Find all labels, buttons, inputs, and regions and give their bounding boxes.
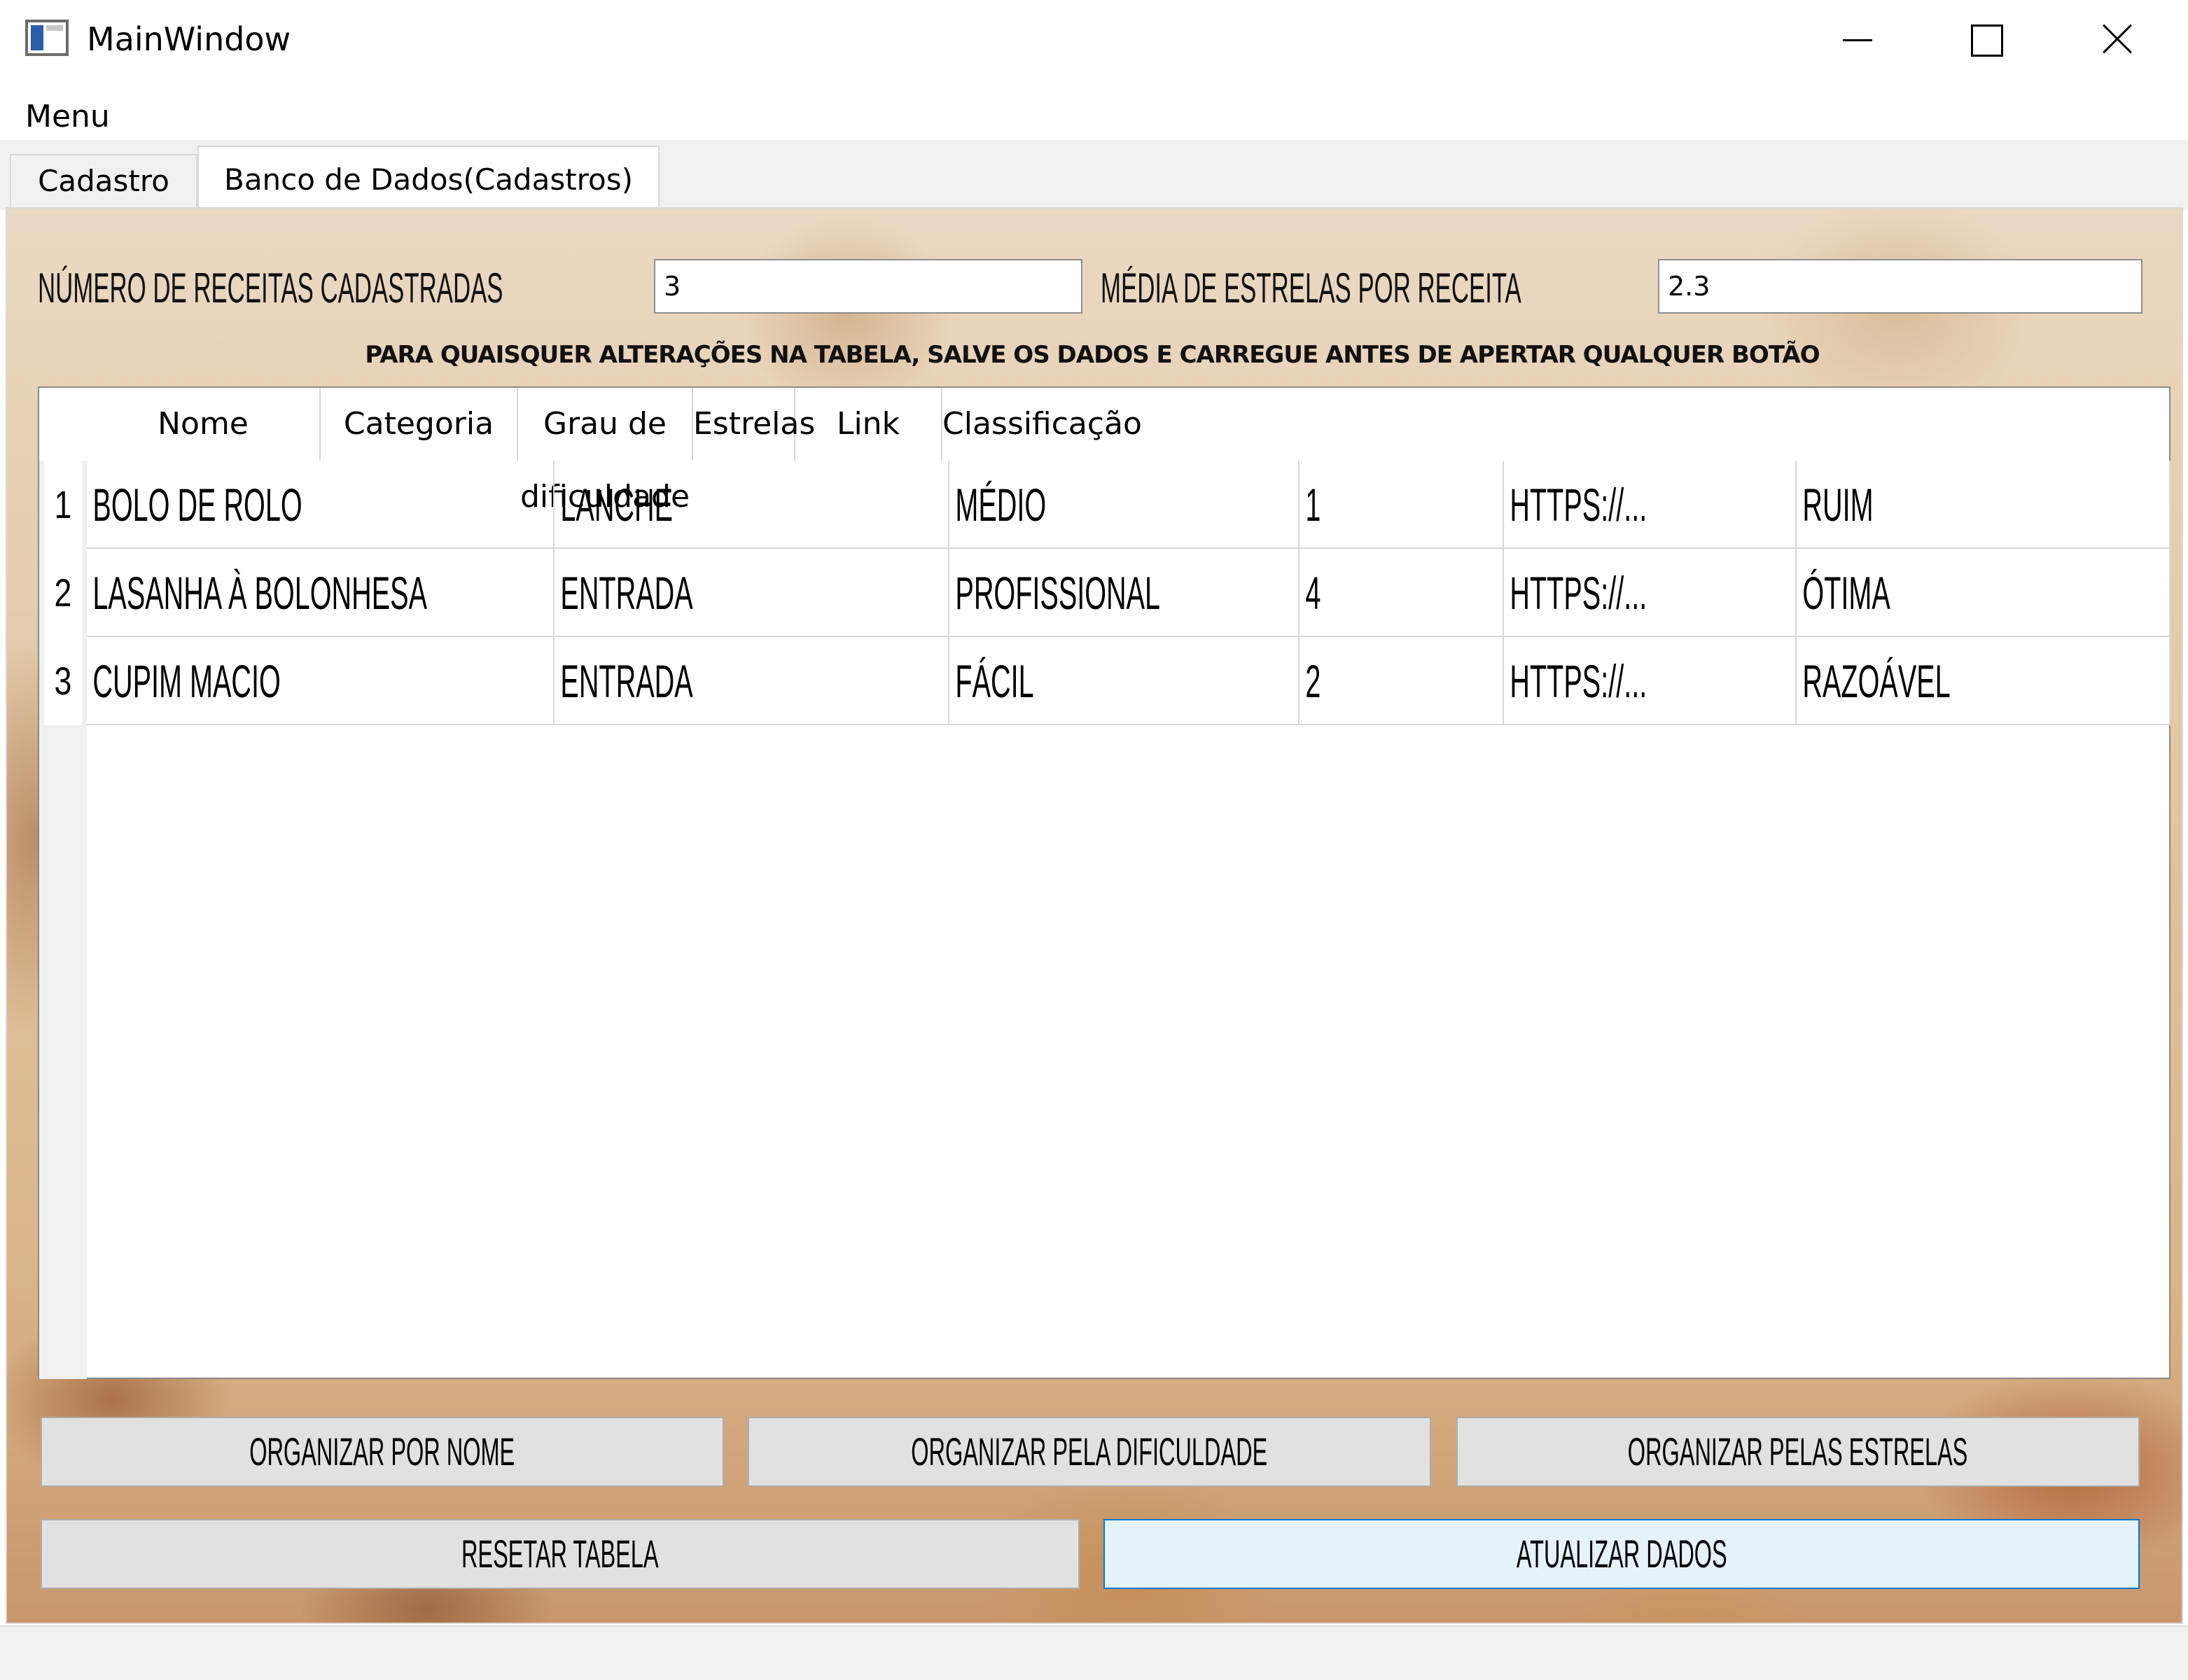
status-bar	[0, 1625, 2188, 1680]
table-cell-estrelas[interactable]: 2	[1299, 637, 1504, 725]
warning-text: PARA QUAISQUER ALTERAÇÕES NA TABELA, SAL…	[365, 341, 1820, 369]
row-number[interactable]: 2	[43, 549, 83, 637]
reset-table-button[interactable]: RESETAR TABELA	[41, 1519, 1080, 1589]
table-cell-estrelas[interactable]: 4	[1299, 549, 1504, 637]
table-header: Nome Categoria Grau de dificuldade Estre…	[87, 388, 2170, 514]
table-cell-classificacao[interactable]: RAZOÁVEL	[1797, 637, 2170, 725]
tab-cadastro[interactable]: Cadastro	[10, 154, 197, 210]
sort-by-difficulty-button[interactable]: ORGANIZAR PELA DIFICULDADE	[748, 1417, 1431, 1487]
minimize-icon[interactable]	[1788, 0, 1918, 78]
window-title: MainWindow	[87, 20, 291, 58]
update-data-button[interactable]: ATUALIZAR DADOS	[1103, 1519, 2140, 1589]
table-row[interactable]: 3 CUPIM MACIO ENTRADA FÁCIL 2 HTTPS://..…	[39, 637, 2170, 725]
table-cell-nome[interactable]: CUPIM MACIO	[87, 637, 555, 725]
recipe-count-field[interactable]: 3	[654, 259, 1082, 314]
tab-bar: Cadastro Banco de Dados(Cadastros)	[0, 140, 2188, 211]
column-header-dificuldade[interactable]: Grau de dificuldade	[518, 388, 693, 514]
average-stars-field[interactable]: 2.3	[1658, 259, 2142, 314]
sort-by-stars-button[interactable]: ORGANIZAR PELAS ESTRELAS	[1456, 1417, 2140, 1487]
sort-by-name-button[interactable]: ORGANIZAR POR NOME	[41, 1417, 724, 1487]
column-header-categoria[interactable]: Categoria	[321, 388, 518, 461]
table-cell-nome[interactable]: LASANHA À BOLONHESA	[87, 549, 555, 637]
table-cell-dificuldade[interactable]: PROFISSIONAL	[949, 549, 1299, 637]
recipes-table[interactable]: Nome Categoria Grau de dificuldade Estre…	[38, 386, 2170, 1379]
table-cell-estrelas[interactable]: 1	[1299, 461, 1504, 549]
column-header-link[interactable]: Link	[795, 388, 942, 461]
table-cell-categoria[interactable]: ENTRADA	[555, 549, 949, 637]
table-cell-link[interactable]: HTTPS://...	[1504, 637, 1797, 725]
table-cell-categoria[interactable]: LANCHE	[555, 461, 949, 549]
column-header-nome[interactable]: Nome	[87, 388, 321, 461]
menu-bar: Menu	[0, 95, 2188, 139]
recipe-count-label: NÚMERO DE RECEITAS CADASTRADAS	[38, 265, 503, 312]
row-number[interactable]: 1	[43, 461, 83, 549]
title-bar: MainWindow	[0, 0, 2188, 78]
table-cell-categoria[interactable]: ENTRADA	[555, 637, 949, 725]
column-header-estrelas[interactable]: Estrelas	[693, 388, 815, 461]
average-stars-label: MÉDIA DE ESTRELAS POR RECEITA	[1101, 265, 1521, 312]
app-window-icon	[25, 20, 69, 56]
tab-banco-de-dados[interactable]: Banco de Dados(Cadastros)	[197, 146, 660, 211]
table-row[interactable]: 2 LASANHA À BOLONHESA ENTRADA PROFISSION…	[39, 549, 2170, 637]
table-cell-classificacao[interactable]: ÓTIMA	[1797, 549, 2170, 637]
table-cell-classificacao[interactable]: RUIM	[1797, 461, 2170, 549]
table-cell-link[interactable]: HTTPS://...	[1504, 461, 1797, 549]
maximize-icon[interactable]	[1918, 0, 2049, 78]
column-header-classificacao[interactable]: Classificação	[942, 388, 1142, 461]
close-icon[interactable]	[2049, 0, 2188, 78]
table-cell-link[interactable]: HTTPS://...	[1504, 549, 1797, 637]
table-row[interactable]: 1 BOLO DE ROLO LANCHE MÉDIO 1 HTTPS://..…	[39, 461, 2170, 549]
row-number[interactable]: 3	[43, 637, 83, 725]
table-cell-dificuldade[interactable]: FÁCIL	[949, 637, 1299, 725]
table-cell-nome[interactable]: BOLO DE ROLO	[87, 461, 555, 549]
menu-item-menu[interactable]: Menu	[25, 97, 110, 137]
table-cell-dificuldade[interactable]: MÉDIO	[949, 461, 1299, 549]
